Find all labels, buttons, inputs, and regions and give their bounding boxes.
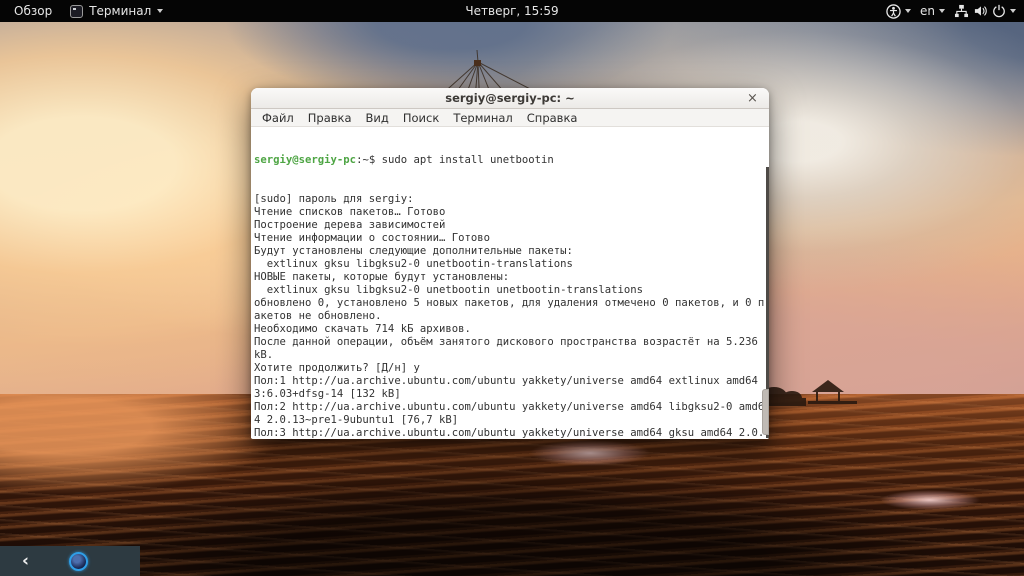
wave-foam bbox=[530, 440, 650, 466]
terminal-line: После данной операции, объём занятого ди… bbox=[254, 336, 758, 348]
keyboard-layout-menu[interactable]: en bbox=[920, 4, 945, 18]
window-title: sergiy@sergiy-pc: ~ bbox=[445, 91, 575, 105]
menu-item-5[interactable]: Терминал bbox=[446, 111, 519, 125]
terminal-line: 4 2.0.13~pre1-9ubuntu1 [76,7 kB] bbox=[254, 414, 459, 426]
volume-icon bbox=[973, 4, 988, 18]
app-menu-button[interactable]: Терминал bbox=[70, 4, 164, 18]
keyboard-layout-label: en bbox=[920, 4, 935, 18]
menu-item-6[interactable]: Справка bbox=[520, 111, 585, 125]
terminal-line: акетов не обновлено. bbox=[254, 310, 382, 322]
wired-network-icon bbox=[954, 4, 969, 18]
terminal-line: kB. bbox=[254, 349, 274, 361]
prompt-suffix: :~$ bbox=[356, 154, 382, 166]
accessibility-icon bbox=[886, 3, 901, 19]
terminal-line: Чтение списков пакетов… Готово bbox=[254, 206, 446, 218]
island-hut-silhouette bbox=[762, 380, 857, 406]
scrollbar-thumb[interactable] bbox=[762, 389, 769, 435]
chevron-down-icon bbox=[905, 9, 911, 13]
bottom-tray: ‹ bbox=[0, 546, 140, 576]
clock-button[interactable]: Четверг, 15:59 bbox=[465, 4, 558, 18]
terminal-line: extlinux gksu libgksu2-0 unetbootin unet… bbox=[254, 284, 644, 296]
terminal-line: Хотите продолжить? [Д/н] y bbox=[254, 362, 420, 374]
power-icon bbox=[992, 4, 1006, 18]
terminal-icon bbox=[70, 4, 84, 18]
prompt-user: sergiy@sergiy-pc bbox=[254, 154, 357, 166]
terminal-line: Чтение информации о состоянии… Готово bbox=[254, 232, 490, 244]
terminal-line: 3:6.03+dfsg-14 [132 kB] bbox=[254, 388, 401, 400]
chevron-down-icon bbox=[1010, 9, 1016, 13]
terminal-output[interactable]: sergiy@sergiy-pc:~$ sudo apt install une… bbox=[251, 127, 769, 438]
terminal-line: Будут установлены следующие дополнительн… bbox=[254, 245, 573, 257]
chevron-down-icon bbox=[939, 9, 945, 13]
terminal-line: Необходимо скачать 714 kБ архивов. bbox=[254, 323, 471, 335]
menu-item-2[interactable]: Правка bbox=[301, 111, 359, 125]
activities-button[interactable]: Обзор bbox=[10, 2, 56, 20]
terminal-prompt-line: sergiy@sergiy-pc:~$ sudo apt install une… bbox=[254, 154, 769, 167]
menu-item-4[interactable]: Поиск bbox=[396, 111, 446, 125]
close-button[interactable]: × bbox=[745, 91, 760, 106]
wave-foam bbox=[880, 490, 980, 510]
app-menu-label: Терминал bbox=[89, 4, 152, 18]
tray-app-icon[interactable] bbox=[69, 551, 89, 571]
terminal-line: extlinux gksu libgksu2-0 unetbootin-tran… bbox=[254, 258, 573, 270]
terminal-line: Пол:3 http://ua.archive.ubuntu.com/ubunt… bbox=[254, 427, 765, 438]
terminal-line: обновлено 0, установлено 5 новых пакетов… bbox=[254, 297, 765, 309]
terminal-window: sergiy@sergiy-pc: ~ × Файл Правка Вид Поиск… bbox=[251, 88, 769, 439]
chevron-down-icon bbox=[157, 9, 164, 13]
terminal-line: НОВЫЕ пакеты, которые будут установлены: bbox=[254, 271, 510, 283]
terminal-line: [sudo] пароль для sergiy: bbox=[254, 193, 414, 205]
terminal-line: Построение дерева зависимостей bbox=[254, 219, 446, 231]
system-menu[interactable] bbox=[954, 4, 1016, 18]
terminal-line: Пол:1 http://ua.archive.ubuntu.com/ubunt… bbox=[254, 375, 758, 387]
menu-bar: Файл Правка Вид Поиск Терминал Справка bbox=[251, 109, 769, 127]
tray-expand-chevron[interactable]: ‹ bbox=[22, 552, 29, 570]
top-bar: Обзор Терминал Четверг, 15:59 en bbox=[0, 0, 1024, 22]
terminal-line: Пол:2 http://ua.archive.ubuntu.com/ubunt… bbox=[254, 401, 765, 413]
menu-item-3[interactable]: Вид bbox=[359, 111, 396, 125]
typed-command: sudo apt install unetbootin bbox=[381, 154, 554, 166]
menu-item-1[interactable]: Файл bbox=[255, 111, 301, 125]
window-titlebar[interactable]: sergiy@sergiy-pc: ~ × bbox=[251, 88, 769, 109]
accessibility-menu[interactable] bbox=[886, 3, 911, 19]
